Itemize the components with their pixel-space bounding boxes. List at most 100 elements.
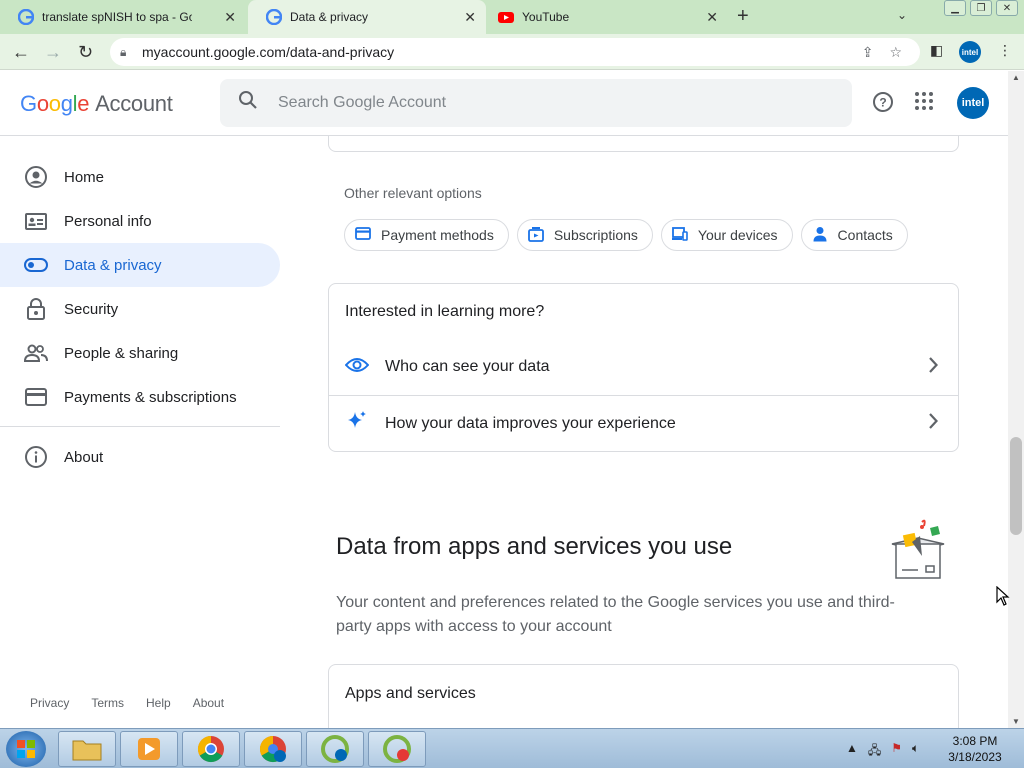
taskbar-chrome-intel-profile[interactable] bbox=[244, 731, 302, 767]
browser-tab-youtube[interactable]: YouTube ✕ bbox=[488, 0, 728, 34]
browser-tab-strip: translate spNISH to spa - Google ✕ Data … bbox=[0, 0, 1024, 34]
sidebar-item-payments[interactable]: Payments & subscriptions bbox=[0, 375, 280, 419]
sidebar-item-security[interactable]: Security bbox=[0, 287, 280, 331]
google-favicon-icon bbox=[266, 9, 282, 25]
chrome-icon bbox=[197, 735, 224, 763]
clock-time: 3:08 PM bbox=[952, 734, 998, 748]
eye-icon bbox=[344, 357, 370, 378]
account-avatar[interactable]: intel bbox=[957, 87, 989, 119]
people-icon bbox=[24, 341, 48, 365]
bookmark-star-icon[interactable]: ☆ bbox=[889, 44, 902, 61]
footer-link-about[interactable]: About bbox=[193, 696, 224, 710]
taskbar-media-player[interactable] bbox=[120, 731, 178, 767]
svg-text:?: ? bbox=[879, 96, 886, 110]
toggle-icon bbox=[24, 253, 48, 277]
restore-icon[interactable]: ❐ bbox=[970, 0, 992, 16]
browser-tab-data-privacy[interactable]: Data & privacy ✕ bbox=[248, 0, 486, 34]
taskbar-app-green[interactable] bbox=[306, 731, 364, 767]
taskbar-app-green-red[interactable] bbox=[368, 731, 426, 767]
chevron-right-icon bbox=[928, 412, 939, 435]
close-window-icon[interactable]: ✕ bbox=[996, 0, 1018, 16]
search-box[interactable] bbox=[220, 79, 852, 127]
taskbar-explorer[interactable] bbox=[58, 731, 116, 767]
chip-label: Subscriptions bbox=[553, 227, 638, 243]
sidebar-nav: Home Personal info Data & privacy Securi… bbox=[0, 136, 290, 726]
apps-box-illustration-icon bbox=[886, 516, 950, 580]
close-tab-icon[interactable]: ✕ bbox=[224, 9, 236, 26]
google-account-logo[interactable]: Google Account bbox=[20, 91, 173, 117]
scroll-up-arrow-icon[interactable]: ▲ bbox=[1012, 73, 1020, 82]
sidebar-item-label: About bbox=[64, 448, 104, 466]
browser-tab-translate[interactable]: translate spNISH to spa - Google ✕ bbox=[0, 0, 246, 34]
folder-icon bbox=[72, 740, 102, 761]
browser-profile-avatar[interactable]: intel bbox=[959, 41, 981, 63]
chip-payment-methods[interactable]: Payment methods bbox=[344, 219, 509, 251]
other-options-label: Other relevant options bbox=[344, 185, 482, 201]
info-icon bbox=[24, 445, 48, 469]
media-player-icon bbox=[138, 738, 160, 760]
new-tab-plus-icon[interactable]: + bbox=[737, 5, 749, 28]
sidebar-item-data-privacy[interactable]: Data & privacy bbox=[0, 243, 280, 287]
sidebar-item-home[interactable]: Home bbox=[0, 155, 280, 199]
row-who-can-see-data[interactable]: Who can see your data bbox=[329, 339, 958, 395]
account-header: GoogleAccount ? intel bbox=[0, 71, 1008, 136]
tab-title: Data & privacy bbox=[290, 10, 369, 24]
search-input[interactable] bbox=[278, 94, 798, 112]
browser-toolbar: ← → ↻ 🔒︎ myaccount.google.com/data-and-p… bbox=[0, 34, 1024, 70]
page-scrollbar[interactable]: ▲ ▼ bbox=[1008, 71, 1024, 728]
footer-link-terms[interactable]: Terms bbox=[91, 696, 124, 710]
tray-expand-icon[interactable]: ▲ bbox=[846, 741, 858, 762]
minimize-icon[interactable]: ▁ bbox=[944, 0, 966, 16]
apps-section-description: Your content and preferences related to … bbox=[336, 594, 895, 635]
help-icon[interactable]: ? bbox=[872, 91, 894, 119]
side-panel-icon[interactable]: ◧ bbox=[930, 42, 943, 59]
sparkle-icon bbox=[345, 410, 369, 437]
chip-contacts[interactable]: Contacts bbox=[800, 219, 908, 251]
action-center-flag-icon[interactable]: ⚑ bbox=[891, 741, 902, 762]
network-icon[interactable]: 🖧︎ bbox=[868, 741, 881, 762]
share-icon[interactable]: ⇪ bbox=[862, 44, 874, 61]
youtube-favicon-icon bbox=[498, 12, 514, 23]
chip-subscriptions[interactable]: Subscriptions bbox=[516, 219, 653, 251]
system-clock[interactable]: 3:08 PM 3/18/2023 bbox=[940, 733, 1010, 765]
sidebar-item-personal-info[interactable]: Personal info bbox=[0, 199, 280, 243]
forward-arrow-icon[interactable]: → bbox=[44, 42, 62, 63]
chip-your-devices[interactable]: Your devices bbox=[660, 219, 793, 251]
credit-card-icon bbox=[355, 227, 371, 243]
close-tab-icon[interactable]: ✕ bbox=[464, 9, 476, 26]
previous-card-bottom bbox=[328, 136, 959, 152]
row-label: Who can see your data bbox=[385, 358, 550, 375]
sidebar-item-about[interactable]: About bbox=[0, 435, 280, 479]
clock-date: 3/18/2023 bbox=[948, 750, 1002, 764]
reload-icon[interactable]: ↻ bbox=[78, 42, 93, 63]
taskbar-chrome[interactable] bbox=[182, 731, 240, 767]
footer-link-help[interactable]: Help bbox=[146, 696, 171, 710]
account-wordmark: Account bbox=[95, 91, 173, 116]
row-data-improves-experience[interactable]: How your data improves your experience bbox=[329, 395, 958, 451]
sidebar-divider bbox=[0, 426, 280, 427]
tab-title: translate spNISH to spa - Google bbox=[42, 10, 192, 24]
google-favicon-icon bbox=[18, 9, 34, 25]
browser-menu-icon[interactable]: ⋮ bbox=[998, 42, 1012, 59]
lock-icon[interactable]: 🔒︎ bbox=[120, 45, 134, 60]
devices-icon bbox=[671, 226, 688, 244]
chip-label: Payment methods bbox=[381, 227, 494, 243]
footer-link-privacy[interactable]: Privacy bbox=[30, 696, 69, 710]
app-green-icon bbox=[321, 735, 349, 763]
sidebar-item-people-sharing[interactable]: People & sharing bbox=[0, 331, 280, 375]
apps-grid-icon[interactable] bbox=[914, 91, 934, 119]
close-tab-icon[interactable]: ✕ bbox=[706, 9, 718, 26]
sidebar-item-label: Security bbox=[64, 300, 119, 318]
search-icon[interactable] bbox=[238, 90, 258, 116]
windows-start-button[interactable] bbox=[6, 731, 46, 767]
scrollbar-thumb[interactable] bbox=[1010, 437, 1022, 535]
volume-icon[interactable]: 🔈︎ bbox=[912, 741, 919, 762]
sidebar-item-label: Data & privacy bbox=[64, 256, 162, 274]
scroll-down-arrow-icon[interactable]: ▼ bbox=[1012, 717, 1020, 726]
other-options-chips: Payment methods Subscriptions Your devic… bbox=[344, 219, 908, 251]
sidebar-item-label: People & sharing bbox=[64, 344, 179, 362]
tab-search-chevron-icon[interactable]: ⌄ bbox=[897, 8, 907, 22]
google-wordmark: Google bbox=[20, 91, 90, 116]
address-bar[interactable]: 🔒︎ myaccount.google.com/data-and-privacy… bbox=[110, 38, 920, 66]
back-arrow-icon[interactable]: ← bbox=[12, 42, 30, 63]
